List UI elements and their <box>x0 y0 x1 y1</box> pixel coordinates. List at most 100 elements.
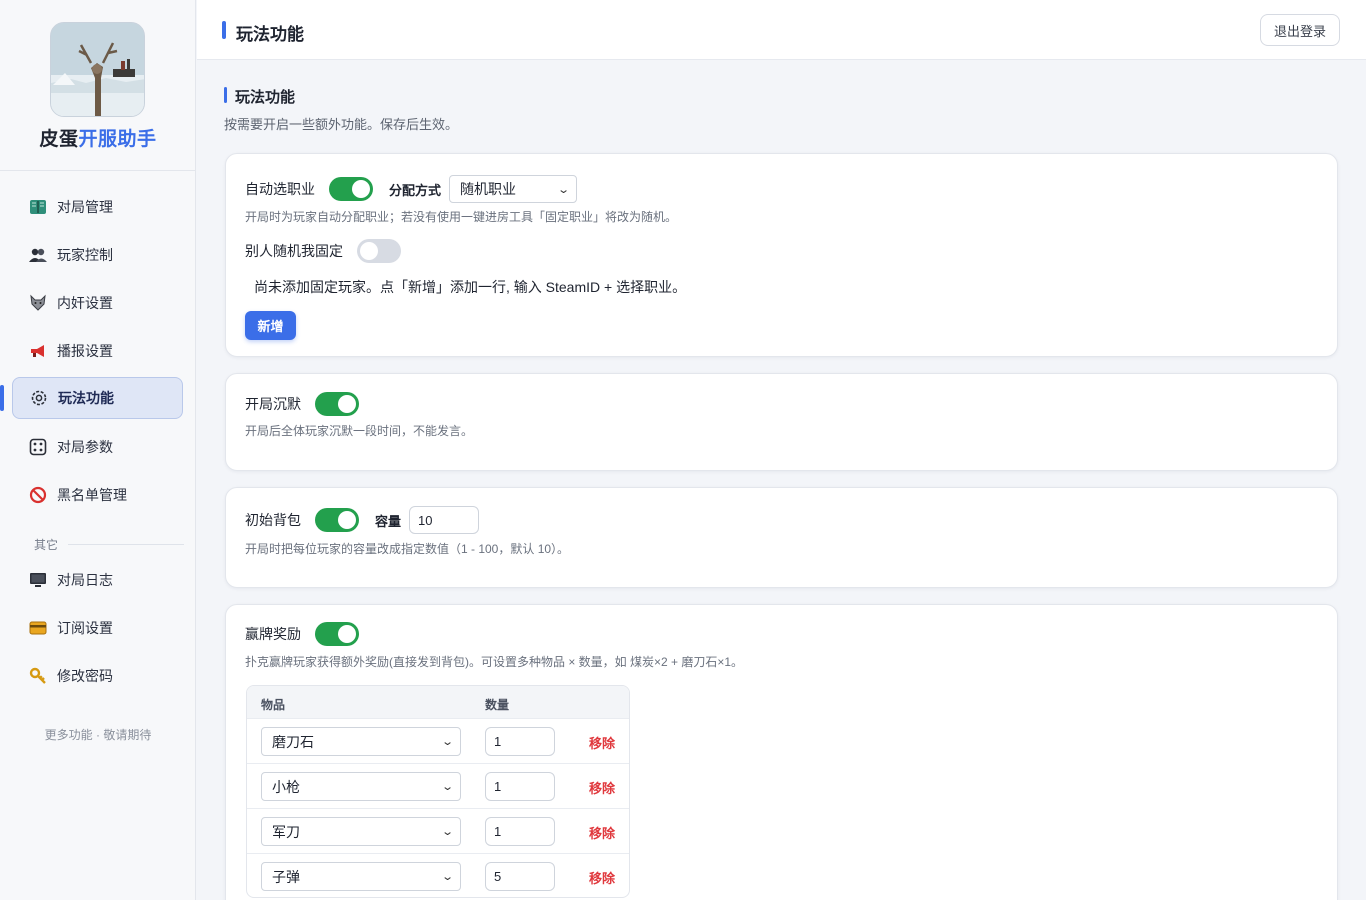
add-fixed-player-button[interactable]: 新增 <box>245 311 296 340</box>
header-accent-bar <box>222 21 226 39</box>
section-other-label: 其它 <box>34 538 59 552</box>
backpack-toggle[interactable] <box>315 508 359 532</box>
card-reward: 赢牌奖励 扑克赢牌玩家获得额外奖励(直接发到背包)。可设置多种物品 × 数量，如… <box>225 604 1338 900</box>
reward-label: 赢牌奖励 <box>245 626 301 642</box>
reward-item-select[interactable]: 磨刀石 ⌄ <box>261 727 461 756</box>
table-row: 子弹 ⌄ 5 移除 <box>247 853 629 897</box>
gear-icon <box>29 388 49 408</box>
prohibited-icon <box>28 485 48 505</box>
sidebar-item-match-log[interactable]: 对局日志 <box>12 559 183 601</box>
section-title: 玩法功能 <box>235 89 296 106</box>
dice-icon <box>28 437 48 457</box>
logout-button[interactable]: 退出登录 <box>1260 14 1340 46</box>
reward-item-select[interactable]: 小枪 ⌄ <box>261 772 461 801</box>
sidebar: 皮蛋开服助手 对局管理 玩家控制 内奸设置 播报设置 玩法功能 对局参数 黑名单… <box>0 0 196 900</box>
section-subtitle: 按需要开启一些额外功能。保存后生效。 <box>224 117 459 132</box>
card-auto-job: 自动选职业 分配方式 随机职业 ⌄ 开局时为玩家自动分配职业；若没有使用一键进房… <box>225 153 1338 357</box>
reward-item-value: 军刀 <box>272 823 300 840</box>
fixed-players-empty-note: 尚未添加固定玩家。点「新增」添加一行, 输入 SteamID + 选择职业。 <box>254 279 687 295</box>
remove-row-button[interactable]: 移除 <box>589 868 615 887</box>
silence-desc: 开局后全体玩家沉默一段时间，不能发言。 <box>245 424 474 438</box>
brand-part2: 开服助手 <box>78 129 157 150</box>
chevron-down-icon: ⌄ <box>440 781 454 793</box>
assign-mode-label: 分配方式 <box>389 182 442 198</box>
remove-row-button[interactable]: 移除 <box>589 823 615 842</box>
sidebar-item-gameplay-features[interactable]: 玩法功能 <box>12 377 183 419</box>
key-icon <box>28 666 48 686</box>
silence-label: 开局沉默 <box>245 396 301 412</box>
sidebar-item-subscription[interactable]: 订阅设置 <box>12 607 183 649</box>
reward-desc: 扑克赢牌玩家获得额外奖励(直接发到背包)。可设置多种物品 × 数量，如 煤炭×2… <box>245 655 744 669</box>
auto-job-row: 自动选职业 分配方式 随机职业 ⌄ <box>245 175 578 203</box>
sidebar-item-label: 对局管理 <box>57 199 113 215</box>
sidebar-item-label: 黑名单管理 <box>57 487 127 503</box>
capacity-input[interactable]: 10 <box>409 506 480 534</box>
sidebar-item-match-params[interactable]: 对局参数 <box>12 426 183 468</box>
wolf-icon <box>28 293 48 313</box>
reward-qty-input[interactable]: 1 <box>485 817 555 846</box>
sidebar-item-match-management[interactable]: 对局管理 <box>12 186 183 228</box>
remove-row-button[interactable]: 移除 <box>589 778 615 797</box>
reward-qty-input[interactable]: 1 <box>485 727 555 756</box>
reward-row: 赢牌奖励 <box>245 622 359 646</box>
sidebar-divider <box>0 170 196 171</box>
sidebar-item-change-password[interactable]: 修改密码 <box>12 655 183 697</box>
table-row: 磨刀石 ⌄ 1 移除 <box>247 718 629 763</box>
sidebar-item-player-control[interactable]: 玩家控制 <box>12 234 183 276</box>
sidebar-item-label: 内奸设置 <box>57 295 113 311</box>
page-title: 玩法功能 <box>236 25 304 44</box>
section-accent-bar <box>224 87 227 103</box>
auto-job-desc: 开局时为玩家自动分配职业；若没有使用一键进房工具「固定职业」将改为随机。 <box>245 210 678 224</box>
card-silence: 开局沉默 开局后全体玩家沉默一段时间，不能发言。 <box>225 373 1338 471</box>
sidebar-item-broadcast-settings[interactable]: 播报设置 <box>12 330 183 372</box>
fixed-job-row: 别人随机我固定 <box>245 239 401 263</box>
users-icon <box>28 245 48 265</box>
fixed-job-toggle[interactable] <box>357 239 401 263</box>
reward-qty-input[interactable]: 5 <box>485 862 555 891</box>
more-features-note: 更多功能 · 敬请期待 <box>44 728 152 742</box>
sidebar-item-label: 玩法功能 <box>58 390 114 406</box>
chevron-down-icon: ⌄ <box>556 183 570 196</box>
reward-item-value: 小枪 <box>272 778 300 795</box>
sidebar-item-label: 播报设置 <box>57 343 113 359</box>
backpack-label: 初始背包 <box>245 512 301 528</box>
silence-toggle[interactable] <box>315 392 359 416</box>
app-logo <box>50 22 145 117</box>
silence-row: 开局沉默 <box>245 392 359 416</box>
col-item-header: 物品 <box>261 698 286 712</box>
sidebar-item-label: 订阅设置 <box>57 620 113 636</box>
section-other: 其它 <box>34 536 184 553</box>
brand-part1: 皮蛋 <box>39 129 79 150</box>
table-row: 小枪 ⌄ 1 移除 <box>247 763 629 808</box>
remove-row-button[interactable]: 移除 <box>589 733 615 752</box>
card-icon <box>28 618 48 638</box>
reward-table-header: 物品 数量 <box>247 686 629 718</box>
capacity-label: 容量 <box>375 513 402 529</box>
reward-item-select[interactable]: 子弹 ⌄ <box>261 862 461 891</box>
active-indicator <box>0 385 4 411</box>
card-backpack: 初始背包 容量 10 开局时把每位玩家的容量改成指定数值（1 - 100，默认 … <box>225 487 1338 588</box>
reward-qty-input[interactable]: 1 <box>485 772 555 801</box>
backpack-row: 初始背包 容量 10 <box>245 506 480 534</box>
reward-table: 物品 数量 磨刀石 ⌄ 1 移除 小枪 ⌄ 1 移除 军刀 ⌄ 1 移除 子弹 ⌄ 5 … <box>246 685 630 898</box>
sidebar-item-blacklist[interactable]: 黑名单管理 <box>12 474 183 516</box>
map-book-icon <box>28 197 48 217</box>
reward-item-value: 子弹 <box>272 868 300 885</box>
brand-title: 皮蛋开服助手 <box>0 124 196 151</box>
megaphone-icon <box>28 341 48 361</box>
reward-toggle[interactable] <box>315 622 359 646</box>
sidebar-item-label: 对局日志 <box>57 572 113 588</box>
backpack-desc: 开局时把每位玩家的容量改成指定数值（1 - 100，默认 10）。 <box>245 542 570 556</box>
table-row: 军刀 ⌄ 1 移除 <box>247 808 629 853</box>
chevron-down-icon: ⌄ <box>440 871 454 883</box>
sidebar-item-label: 玩家控制 <box>57 247 113 263</box>
monitor-icon <box>28 570 48 590</box>
sidebar-item-traitor-settings[interactable]: 内奸设置 <box>12 282 183 324</box>
auto-job-label: 自动选职业 <box>245 181 315 197</box>
top-header: 玩法功能 退出登录 <box>197 0 1366 60</box>
fixed-job-label: 别人随机我固定 <box>245 243 343 259</box>
assign-mode-select[interactable]: 随机职业 ⌄ <box>449 175 578 203</box>
reward-item-select[interactable]: 军刀 ⌄ <box>261 817 461 846</box>
chevron-down-icon: ⌄ <box>440 736 454 748</box>
auto-job-toggle[interactable] <box>329 177 373 201</box>
